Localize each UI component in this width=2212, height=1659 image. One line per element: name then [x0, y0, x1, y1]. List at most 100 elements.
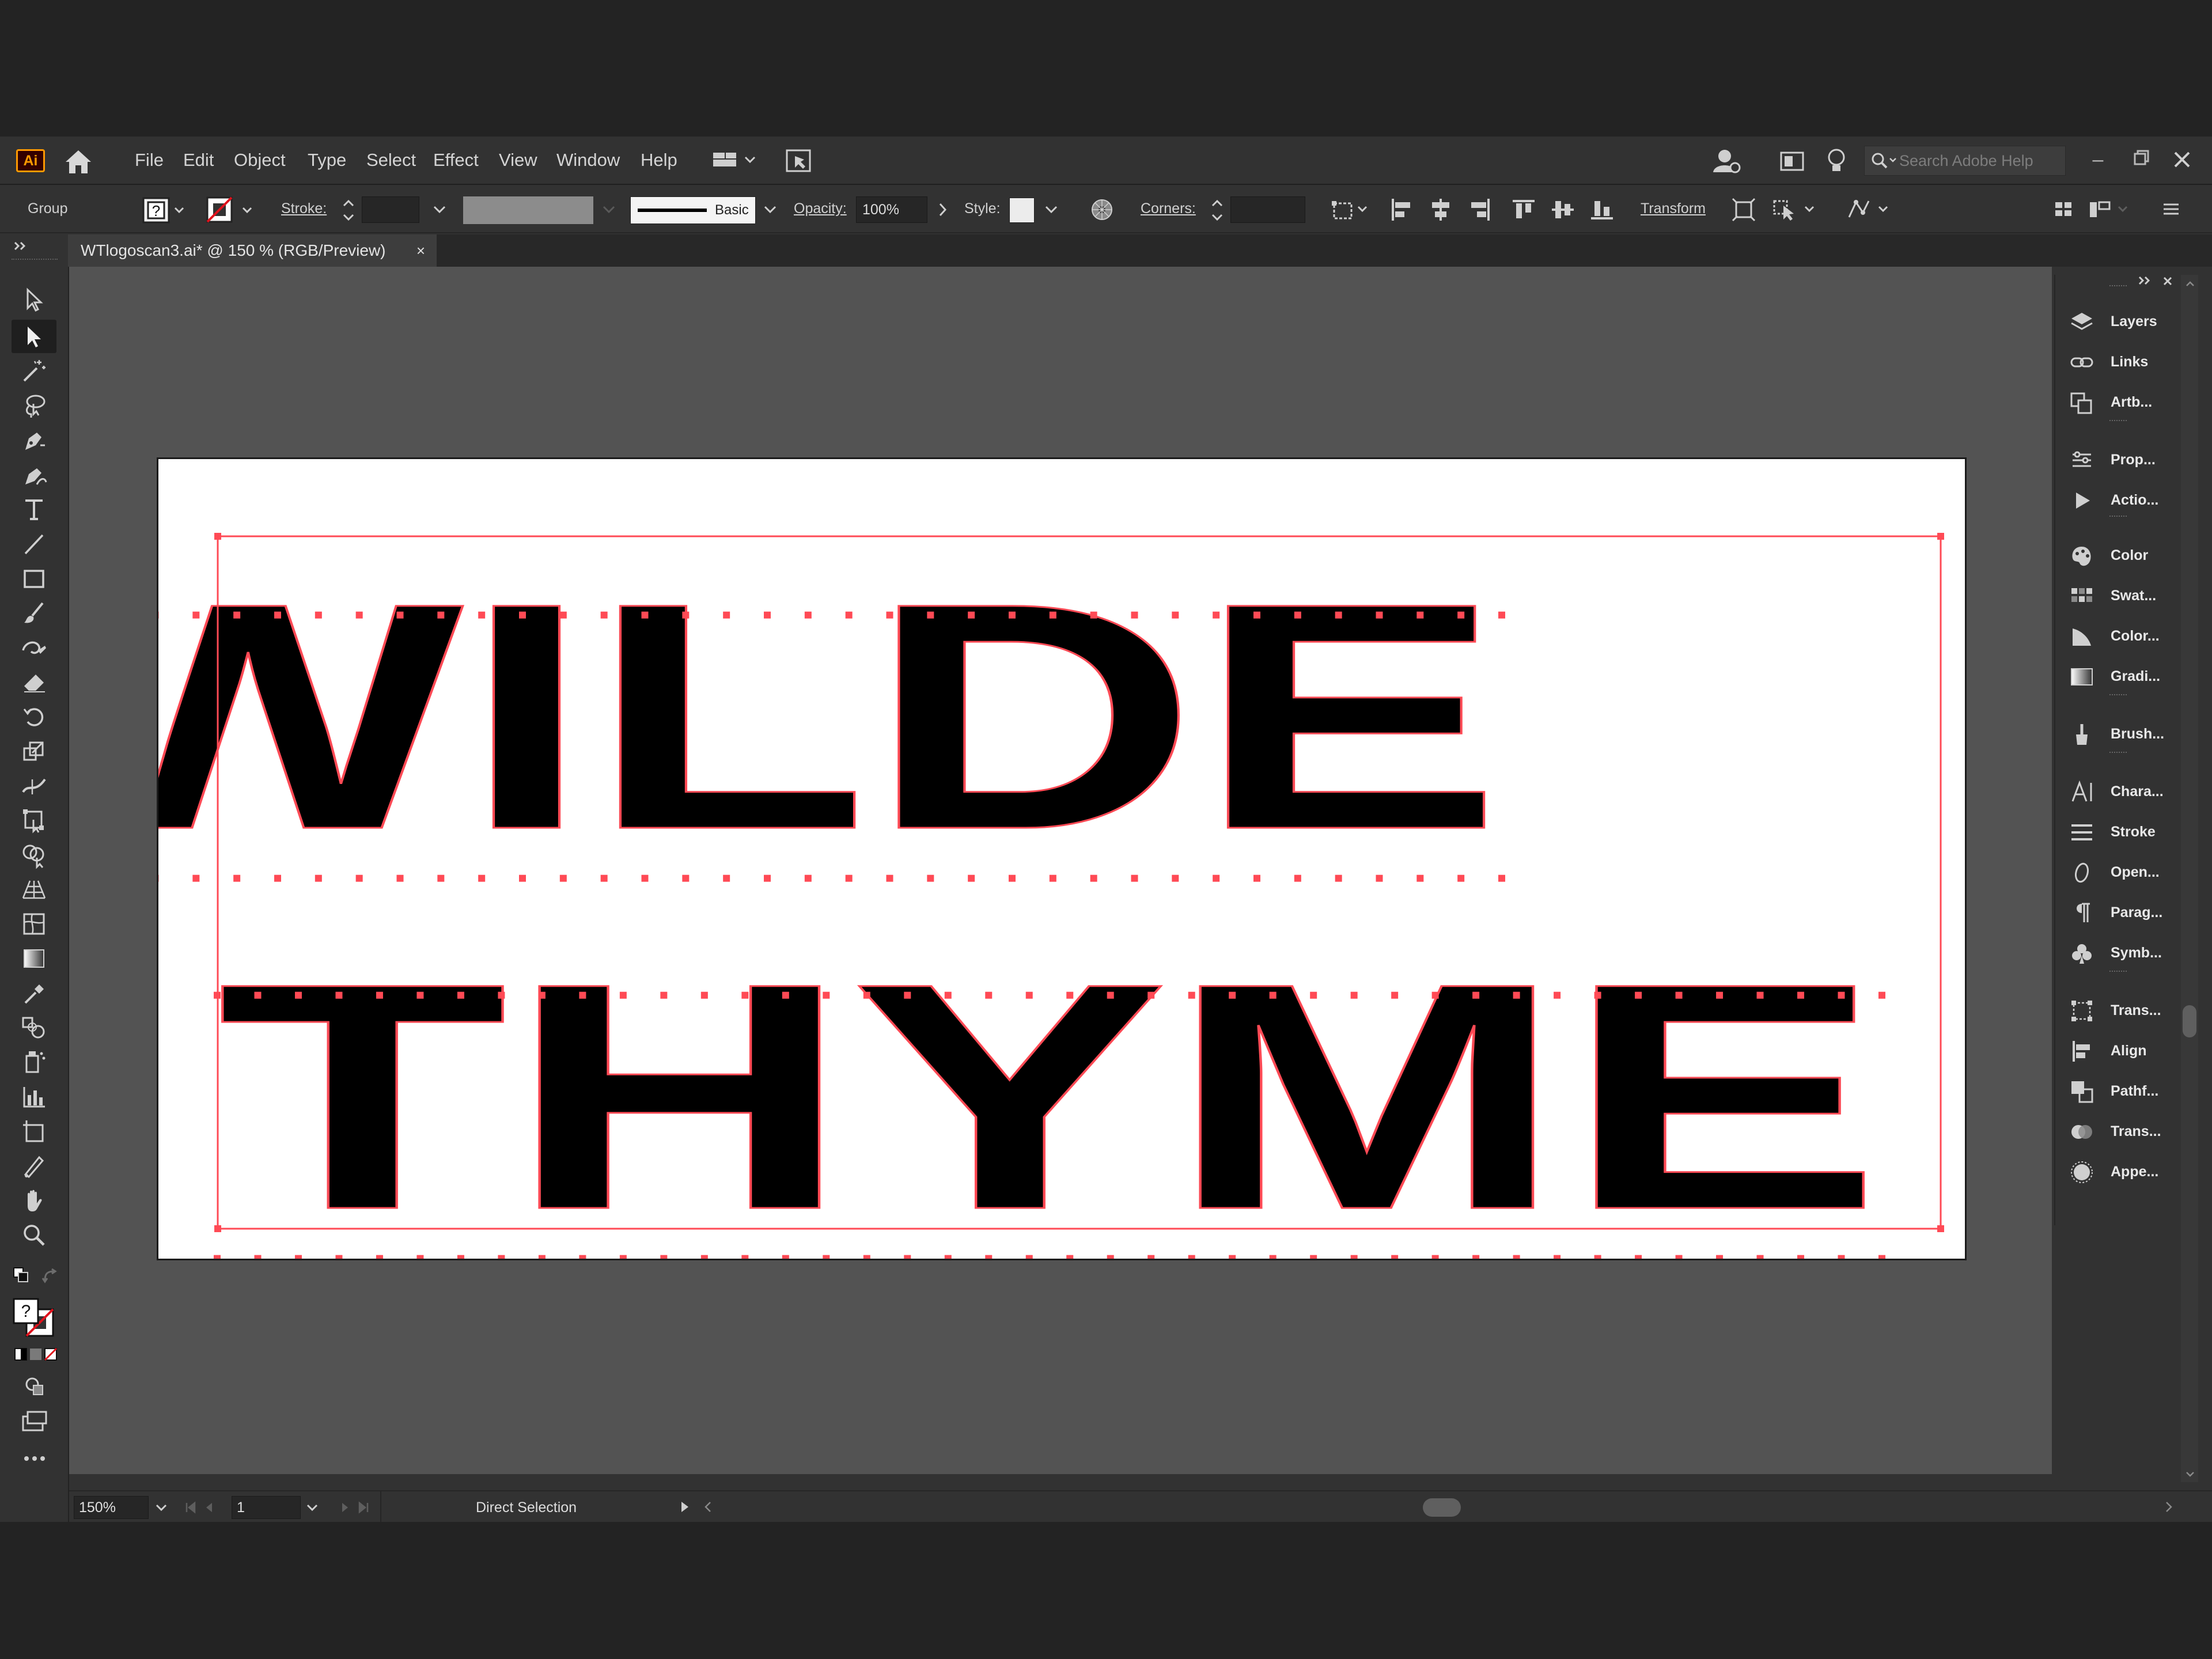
anchor-point[interactable] — [538, 991, 546, 999]
panel-item-brushes[interactable]: Brush... — [2055, 714, 2181, 754]
anchor-point[interactable] — [1294, 874, 1301, 882]
anchor-point[interactable] — [1416, 874, 1424, 882]
anchor-point[interactable] — [641, 611, 649, 619]
document-tab[interactable]: WTlogoscan3.ai* @ 150 % (RGB/Preview) × — [68, 234, 437, 267]
panel-item-align[interactable]: Align — [2055, 1031, 2181, 1071]
anchor-point[interactable] — [192, 611, 200, 619]
anchor-point[interactable] — [158, 611, 159, 619]
anchor-point[interactable] — [927, 611, 934, 619]
anchor-point[interactable] — [641, 874, 649, 882]
curvature-tool-icon[interactable] — [20, 460, 48, 489]
blend-tool-icon[interactable] — [20, 1013, 48, 1042]
shaper-tool-icon[interactable] — [20, 633, 48, 662]
anchor-point[interactable] — [1049, 874, 1056, 882]
anchor-point[interactable] — [294, 1255, 302, 1259]
anchor-point[interactable] — [1431, 1255, 1439, 1259]
anchor-point[interactable] — [559, 611, 567, 619]
panel-item-properties[interactable]: Prop... — [2055, 440, 2181, 480]
anchor-point[interactable] — [214, 1255, 221, 1259]
scroll-up-icon[interactable] — [2184, 278, 2196, 290]
anchor-point[interactable] — [376, 1255, 383, 1259]
drawing-modes-icon[interactable] — [23, 1375, 46, 1398]
anchor-point[interactable] — [1416, 611, 1424, 619]
panel-menu-icon[interactable] — [2158, 196, 2184, 223]
panel-layout-icon[interactable] — [2086, 196, 2138, 223]
panel-item-opentype[interactable]: Open... — [2055, 852, 2181, 892]
arrange-panels-icon[interactable] — [2051, 196, 2077, 223]
anchor-point[interactable] — [660, 1255, 668, 1259]
anchor-point[interactable] — [782, 1255, 789, 1259]
anchor-point[interactable] — [944, 1255, 952, 1259]
swap-fill-stroke-icon[interactable] — [40, 1267, 59, 1285]
anchor-point[interactable] — [1350, 1255, 1358, 1259]
anchor-point[interactable] — [723, 611, 730, 619]
maximize-button[interactable] — [2123, 142, 2158, 177]
anchor-point[interactable] — [478, 611, 486, 619]
anchor-point[interactable] — [1172, 874, 1179, 882]
anchor-point[interactable] — [416, 1255, 424, 1259]
bounding-box-handle[interactable] — [214, 533, 221, 540]
scale-tool-icon[interactable] — [20, 737, 48, 766]
anchor-point[interactable] — [416, 991, 424, 999]
user-account-icon[interactable] — [1710, 146, 1742, 176]
anchor-point[interactable] — [1090, 874, 1097, 882]
menu-edit[interactable]: Edit — [183, 148, 214, 172]
anchor-point[interactable] — [1310, 991, 1317, 999]
shape-transform-icon[interactable] — [1331, 196, 1370, 223]
anchor-point[interactable] — [804, 611, 812, 619]
anchor-point[interactable] — [823, 1255, 830, 1259]
select-similar-icon[interactable] — [1771, 196, 1823, 223]
type-tool-icon[interactable] — [20, 495, 48, 524]
close-window-button[interactable] — [2165, 142, 2199, 177]
anchor-point[interactable] — [1253, 874, 1260, 882]
anchor-point[interactable] — [1472, 1255, 1480, 1259]
bounding-box-handle[interactable] — [1937, 1225, 1944, 1232]
bounding-box-handle[interactable] — [214, 1225, 221, 1232]
stroke-swatch[interactable] — [205, 195, 260, 224]
anchor-point[interactable] — [700, 991, 708, 999]
anchor-point[interactable] — [437, 611, 445, 619]
rotate-tool-icon[interactable] — [20, 702, 48, 731]
panel-item-paragraph[interactable]: Parag... — [2055, 892, 2181, 933]
anchor-point[interactable] — [968, 874, 975, 882]
anchor-point[interactable] — [1269, 1255, 1277, 1259]
anchor-point[interactable] — [1025, 991, 1033, 999]
artwork-word-wilde[interactable]: WILDE — [158, 535, 1503, 897]
anchor-point[interactable] — [1213, 611, 1220, 619]
anchor-point[interactable] — [700, 1255, 708, 1259]
anchor-point[interactable] — [1878, 1255, 1885, 1259]
anchor-point[interactable] — [1756, 1255, 1764, 1259]
menu-view[interactable]: View — [499, 148, 537, 172]
anchor-point[interactable] — [274, 874, 281, 882]
collapse-toolbar-icon[interactable] — [12, 238, 29, 255]
artwork-svg[interactable]: WILDE THYME — [158, 459, 1965, 1259]
anchor-point[interactable] — [845, 611, 853, 619]
anchor-point[interactable] — [1376, 611, 1383, 619]
anchor-point[interactable] — [1131, 874, 1138, 882]
anchor-point[interactable] — [396, 874, 404, 882]
menu-help[interactable]: Help — [641, 148, 677, 172]
anchor-point[interactable] — [1554, 1255, 1561, 1259]
search-help-input[interactable]: Search Adobe Help — [1864, 146, 2066, 176]
anchor-point[interactable] — [1107, 991, 1114, 999]
width-tool-icon[interactable] — [20, 771, 48, 800]
anchor-point[interactable] — [1756, 991, 1764, 999]
anchor-point[interactable] — [335, 991, 343, 999]
anchor-point[interactable] — [1025, 1255, 1033, 1259]
artboard-number-field[interactable]: 1 — [232, 1496, 301, 1519]
anchor-point[interactable] — [823, 991, 830, 999]
first-previous-artboard-icon[interactable] — [182, 1498, 228, 1517]
panel-item-layers[interactable]: Layers — [2055, 301, 2181, 342]
anchor-point[interactable] — [457, 991, 464, 999]
anchor-point[interactable] — [1147, 1255, 1155, 1259]
anchor-point[interactable] — [1009, 874, 1016, 882]
anchor-point[interactable] — [519, 874, 526, 882]
anchor-point[interactable] — [600, 611, 608, 619]
pen-tool-icon[interactable] — [20, 426, 48, 454]
anchor-point[interactable] — [559, 874, 567, 882]
panel-item-stroke[interactable]: Stroke — [2055, 812, 2181, 852]
paintbrush-tool-icon[interactable] — [20, 599, 48, 627]
horizontal-scroll-thumb[interactable] — [1423, 1498, 1461, 1517]
anchor-point[interactable] — [396, 611, 404, 619]
anchor-point[interactable] — [764, 874, 771, 882]
